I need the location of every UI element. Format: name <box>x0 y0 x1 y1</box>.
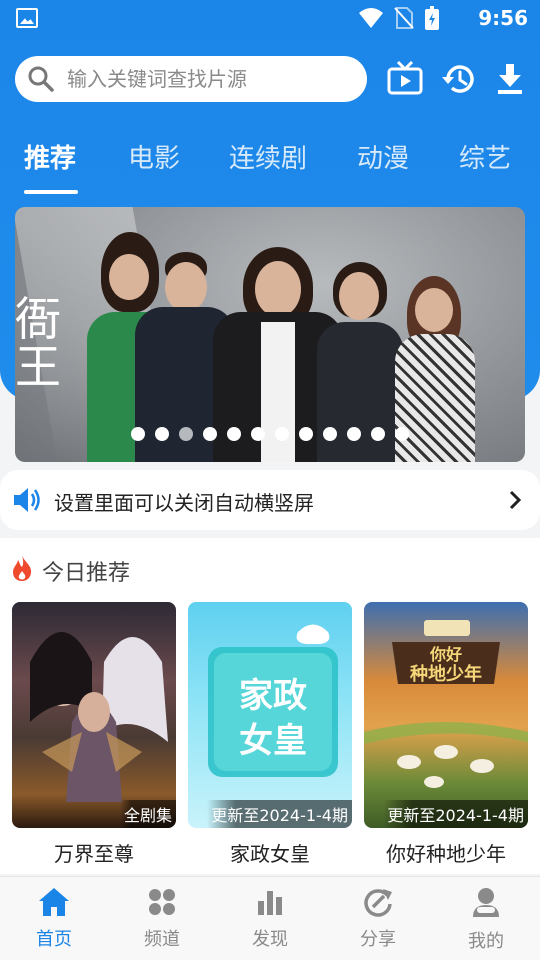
poster-artwork: 你好 种地少年 <box>364 620 528 788</box>
channel-icon <box>149 889 175 915</box>
pagination-dot[interactable] <box>275 427 289 441</box>
episode-badge: 更新至2024-1-4期 <box>383 800 528 828</box>
tab-series[interactable]: 连续剧 <box>229 138 307 175</box>
pagination-dot[interactable] <box>251 427 265 441</box>
home-icon <box>39 888 69 916</box>
media-title: 你好种地少年 <box>386 842 506 866</box>
tab-anime[interactable]: 动漫 <box>357 138 409 175</box>
pagination-dot[interactable] <box>395 427 409 441</box>
media-title: 万界至尊 <box>54 842 134 866</box>
pagination-dot[interactable] <box>179 427 193 441</box>
discover-icon <box>258 891 282 915</box>
search-icon <box>28 66 54 92</box>
nav-label: 频道 <box>144 929 180 950</box>
poster-artwork <box>30 632 168 802</box>
today-recommend-section: 今日推荐 全剧集 万界至尊 家政 女皇 更新至2024-1-4期 家政女皇 你好… <box>0 538 540 874</box>
history-icon[interactable] <box>440 60 478 98</box>
battery-charging-icon <box>425 6 439 30</box>
pagination-dot[interactable] <box>347 427 361 441</box>
wifi-icon <box>359 8 383 28</box>
svg-text:种地少年: 种地少年 <box>409 663 482 685</box>
pagination-dot[interactable] <box>323 427 337 441</box>
pagination-dot[interactable] <box>371 427 385 441</box>
media-card[interactable]: 家政 女皇 更新至2024-1-4期 家政女皇 <box>188 602 352 867</box>
fire-icon <box>13 555 32 581</box>
speaker-icon <box>14 488 40 512</box>
featured-banner[interactable]: 衙 王 <box>15 207 525 462</box>
profile-icon <box>473 888 499 917</box>
pagination-dot[interactable] <box>203 427 217 441</box>
nav-home[interactable]: 首页 <box>14 887 94 951</box>
pagination-dot[interactable] <box>155 427 169 441</box>
pagination-dot[interactable] <box>131 427 145 441</box>
nav-label: 发现 <box>252 929 288 950</box>
pagination-dot[interactable] <box>227 427 241 441</box>
active-tab-indicator <box>24 190 78 194</box>
gallery-notification-icon <box>16 8 38 28</box>
nav-label: 分享 <box>360 929 396 950</box>
episode-badge: 全剧集 <box>119 800 176 828</box>
search-bar[interactable] <box>15 56 367 102</box>
nav-discover[interactable]: 发现 <box>230 887 310 951</box>
media-card[interactable]: 你好 种地少年 更新至2024-1-4期 你好种地少年 <box>364 602 528 867</box>
nav-profile[interactable]: 我的 <box>446 887 526 953</box>
tv-icon[interactable] <box>386 60 424 98</box>
svg-text:女皇: 女皇 <box>239 721 307 761</box>
bottom-navigation: 首页 频道 发现 分享 我的 <box>0 876 540 960</box>
poster-image: 全剧集 <box>12 602 176 828</box>
svg-text:家政: 家政 <box>239 676 307 716</box>
banner-pagination <box>15 427 525 441</box>
section-title: 今日推荐 <box>42 561 131 586</box>
media-title: 家政女皇 <box>230 842 310 866</box>
category-tabs: 推荐 电影 连续剧 动漫 综艺 <box>0 138 540 194</box>
poster-artwork: 家政 女皇 <box>208 624 338 777</box>
chevron-right-icon <box>509 490 522 510</box>
banner-title-fragment: 衙 王 <box>15 292 61 395</box>
tab-movies[interactable]: 电影 <box>128 138 180 175</box>
tab-recommend[interactable]: 推荐 <box>24 138 76 175</box>
status-bar: 9:56 <box>0 0 540 36</box>
no-sim-icon <box>394 7 414 29</box>
nav-label: 首页 <box>36 929 72 950</box>
share-icon <box>364 889 392 917</box>
nav-label: 我的 <box>468 931 504 952</box>
notice-bar[interactable]: 设置里面可以关闭自动横竖屏 <box>0 470 540 530</box>
search-input[interactable] <box>67 64 357 94</box>
nav-share[interactable]: 分享 <box>338 887 418 951</box>
status-time: 9:56 <box>478 6 528 30</box>
download-icon[interactable] <box>492 60 530 98</box>
poster-image: 你好 种地少年 更新至2024-1-4期 <box>364 602 528 828</box>
poster-image: 家政 女皇 更新至2024-1-4期 <box>188 602 352 828</box>
tab-variety[interactable]: 综艺 <box>459 138 511 175</box>
nav-channel[interactable]: 频道 <box>122 887 202 951</box>
episode-badge: 更新至2024-1-4期 <box>207 800 352 828</box>
media-card[interactable]: 全剧集 万界至尊 <box>12 602 176 867</box>
pagination-dot[interactable] <box>299 427 313 441</box>
svg-text:你好: 你好 <box>429 645 462 664</box>
notice-text: 设置里面可以关闭自动横竖屏 <box>54 491 314 515</box>
